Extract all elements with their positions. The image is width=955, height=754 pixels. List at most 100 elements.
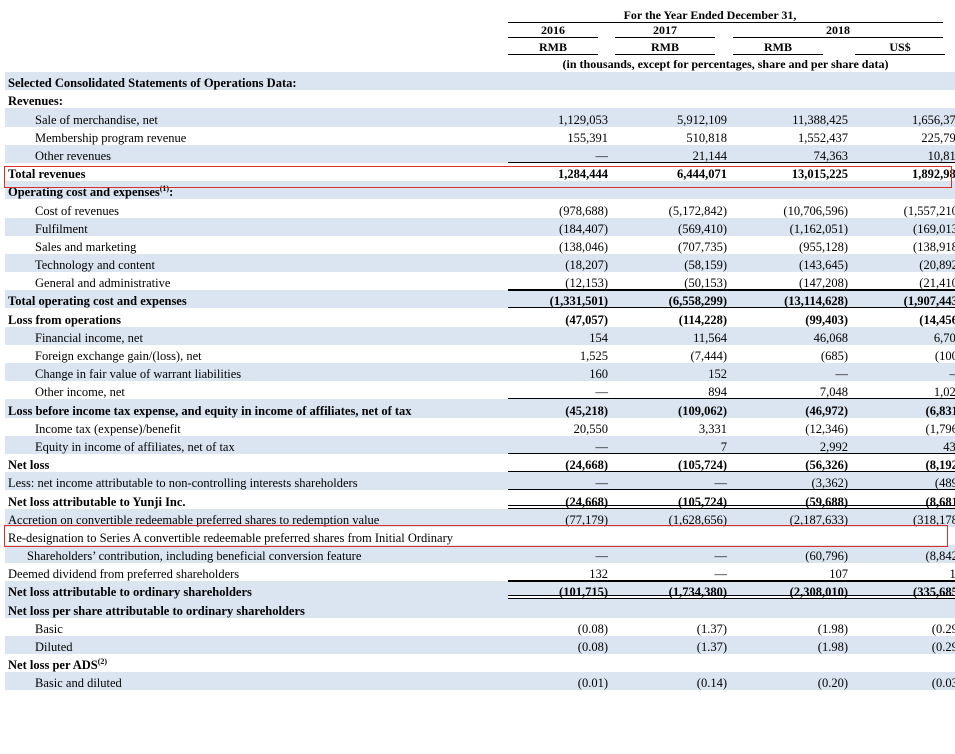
value-cell: — [508,381,611,399]
row-label-text: Shareholders’ contribution, including be… [27,549,362,564]
value-cell [611,599,730,618]
value-cell: 1,129,053 [508,108,611,127]
value-cell: 1,284,444 [558,167,608,182]
row-label: Financial income, net [5,326,508,345]
row-label-text: Other income, net [35,385,125,400]
value-cell: 13,015,225 [791,167,848,182]
row-label-text: Loss before income tax expense, and equi… [8,403,412,418]
year-rule-2018 [733,37,943,38]
row-label: Sales and marketing [5,236,508,254]
currency-rule-1 [508,54,598,55]
value-cell: 1,025 [851,381,955,399]
value-cell [611,527,730,545]
value-cell [611,654,730,672]
value-cell: (18,207) [508,253,611,273]
table-row: Loss from operations (47,057) (114,228) (99… [5,308,955,326]
value-cell: (6,831) [851,399,955,418]
value-cell: 21,144 [611,144,730,163]
value-cell: (12,346) [805,421,848,436]
value-cell [508,599,611,618]
value-cell: 132 [508,563,611,581]
value-cell: (147,208) [730,272,851,290]
value-cell [730,599,851,618]
table-row: Loss before income tax expense, and equi… [5,399,955,418]
row-label: Shareholders’ contribution, including be… [5,544,508,564]
value-cell: — [508,435,611,454]
table-row: Other income, net —8947,0481,025 [5,381,955,399]
row-label: Diluted [5,635,508,654]
value-cell: 1,525 [579,349,608,363]
value-cell: (2,308,010) [730,581,851,600]
value-cell: — [730,363,851,382]
value-cell: (1.98) [730,635,851,654]
value-cell: (955,128) [799,239,848,254]
row-label-text: Basic [35,621,63,636]
table-row: Basic and diluted (0.01) (0.14) (0.20) (0.03… [5,672,955,691]
row-label: Net loss attributable to ordinary shareh… [5,581,508,600]
value-cell: 5,912,109 [611,108,730,127]
value-cell: 1,892,987 [912,167,955,182]
row-label: Net loss attributable to Yunji Inc. [5,490,508,508]
value-cell: (0.08) [508,635,611,654]
value-cell: (335,685) [851,581,955,600]
row-label: Income tax (expense)/benefit [5,418,508,436]
value-cell: (59,688) [730,490,851,508]
value-cell: (1,907,443) [851,290,955,309]
row-label-text: Membership program revenue [35,130,187,145]
value-cell: (978,688) [559,203,608,218]
row-label-text: Technology and content [35,258,155,273]
row-label: Technology and content [5,253,508,273]
value-cell: 46,068 [730,326,851,345]
row-label: Equity in income of affiliates, net of t… [5,435,508,454]
value-cell [508,527,611,545]
row-label: Sale of merchandise, net [5,108,508,127]
value-cell: (109,062) [611,399,730,418]
table-row: Membership program revenue 155,391 510,818… [5,127,955,145]
value-cell: (8,192) [851,454,955,472]
table-row: General and administrative (12,153) (50,15… [5,272,955,290]
value-cell [508,72,611,91]
value-cell: (184,407) [508,217,611,236]
value-cell [508,181,611,200]
table-row: Total revenues 1,284,444 6,444,071 13,015,2… [5,163,955,181]
value-cell: (56,326) [730,454,851,472]
value-cell: (105,724) [611,490,730,508]
value-cell: (1,796) [925,421,955,436]
value-cell: 6,700 [851,326,955,345]
value-cell: (3,362) [730,472,851,491]
value-cell: (1.98) [817,621,848,636]
row-label: Less: net income attributable to non-con… [5,472,508,491]
currency-rule-3 [733,54,823,55]
value-cell: 154 [508,326,611,345]
table-row: Change in fair value of warrant liabilit… [5,363,955,382]
row-label: Re-designation to Series A convertible r… [5,527,508,545]
value-cell: — [851,363,955,382]
value-cell: (45,218) [508,399,611,418]
table-row: Accretion on convertible redeemable pref… [5,508,955,527]
value-cell: (50,153) [611,272,730,290]
value-cell: 10,816 [851,144,955,163]
value-cell: (101,715) [508,581,611,600]
row-label: Other income, net [5,381,508,399]
value-cell [611,181,730,200]
row-label-text: Deemed dividend from preferred sharehold… [8,567,240,582]
value-cell: (1,734,380) [611,581,730,600]
value-cell: 510,818 [686,130,727,145]
value-cell: (24,668) [508,490,611,508]
value-cell: (100) [934,349,955,363]
value-cell: 74,363 [730,144,851,163]
row-label-text: Total revenues [8,167,86,182]
value-cell: — [611,544,730,564]
currency-2018-rmb: RMB [764,40,792,54]
value-cell: 435 [851,435,955,454]
row-label-text: Net loss per ADS [8,658,98,673]
row-label: Other revenues [5,144,508,163]
value-cell [730,72,851,91]
row-label-text: Accretion on convertible redeemable pref… [8,512,380,527]
value-cell: (7,444) [690,349,727,363]
year-2017: 2017 [653,23,677,37]
value-cell: (6,558,299) [611,290,730,309]
value-cell: (99,403) [805,312,848,327]
value-cell [611,72,730,91]
year-2018: 2018 [826,23,850,37]
